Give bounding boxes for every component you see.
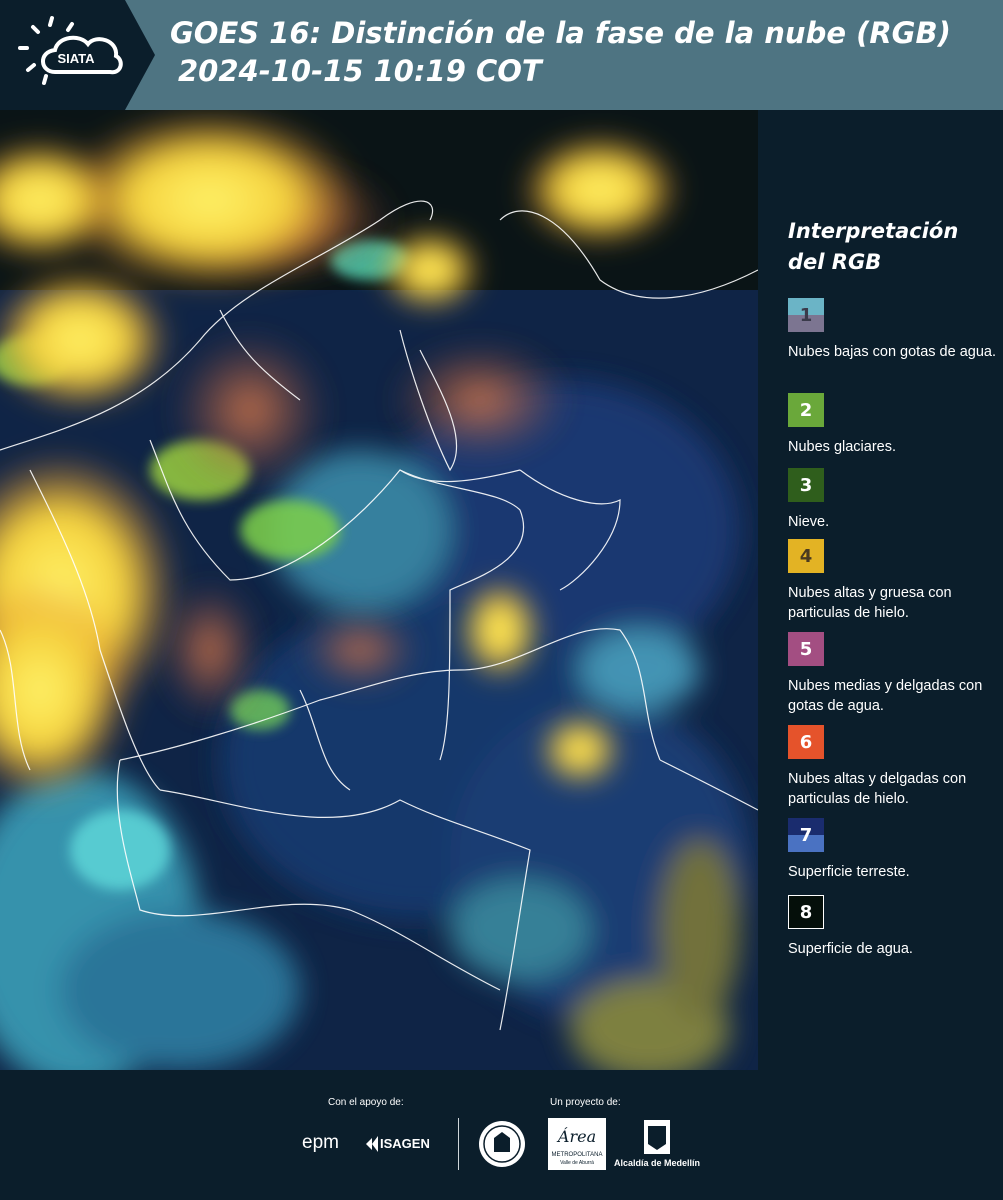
legend-swatch: 6: [788, 725, 824, 759]
legend-swatch: 5: [788, 632, 824, 666]
area-logo-subtext: METROPOLITANA: [552, 1152, 603, 1158]
legend-title: Interpretación del RGB: [788, 216, 958, 278]
project-label: Un proyecto de:: [550, 1097, 621, 1108]
legend-number: 6: [799, 731, 813, 753]
legend-label: Nubes glaciares.: [788, 439, 896, 455]
legend-number: 7: [799, 824, 813, 846]
legend-item: 3 Nieve.: [788, 468, 998, 532]
legend-item: 8 Superficie de agua.: [788, 895, 998, 959]
siata-logo: SIATA: [0, 0, 155, 110]
footer-divider: [458, 1118, 459, 1170]
title-line-2: 2024-10-15 10:19 COT: [178, 54, 542, 88]
support-label: Con el apoyo de:: [328, 1097, 404, 1108]
alcaldia-seal-icon: [479, 1121, 525, 1167]
alcaldia-medellin-logo: Alcaldía de Medellín: [614, 1120, 700, 1168]
header-bar: SIATA GOES 16: Distinción de la fase de …: [0, 0, 1003, 110]
legend-swatch: 8: [788, 895, 824, 929]
legend-item: 4 Nubes altas y gruesa con particulas de…: [788, 539, 998, 623]
legend-number: 1: [799, 304, 813, 326]
legend-panel: Interpretación del RGB 1 Nubes bajas con…: [760, 110, 1003, 1070]
footer: Con el apoyo de: Un proyecto de: epm ISA…: [0, 1070, 1003, 1200]
legend-swatch: 7: [788, 818, 824, 852]
area-logo-subtext-2: Valle de Aburrá: [560, 1160, 594, 1166]
alcaldia-text: Alcaldía de Medellín: [614, 1158, 700, 1168]
legend-label: Superficie de agua.: [788, 941, 913, 957]
legend-label: Nubes altas y gruesa con particulas de h…: [788, 585, 952, 621]
legend-item: 7 Superficie terreste.: [788, 818, 998, 882]
isagen-logo: ISAGEN: [380, 1136, 430, 1151]
title-line-1: GOES 16: Distinción de la fase de la nub…: [170, 16, 951, 50]
legend-label: Superficie terreste.: [788, 864, 910, 880]
legend-label: Nubes bajas con gotas de agua.: [788, 344, 996, 360]
legend-number: 2: [799, 399, 813, 421]
legend-title-line-1: Interpretación: [788, 219, 959, 243]
legend-swatch: 3: [788, 468, 824, 502]
legend-label: Nubes altas y delgadas con particulas de…: [788, 771, 967, 807]
legend-number: 5: [799, 638, 813, 660]
legend-item: 5 Nubes medias y delgadas con gotas de a…: [788, 632, 998, 716]
legend-item: 1 Nubes bajas con gotas de agua.: [788, 298, 998, 362]
logo-text: SIATA: [57, 51, 95, 66]
page-title: GOES 16: Distinción de la fase de la nub…: [170, 14, 951, 90]
legend-item: 6 Nubes altas y delgadas con particulas …: [788, 725, 998, 809]
legend-swatch: 2: [788, 393, 824, 427]
area-logo-text: Área: [556, 1126, 596, 1146]
legend-swatch: 4: [788, 539, 824, 573]
legend-label: Nubes medias y delgadas con gotas de agu…: [788, 678, 983, 714]
legend-number: 8: [799, 901, 813, 923]
legend-label: Nieve.: [788, 514, 830, 530]
legend-item: 2 Nubes glaciares.: [788, 393, 998, 457]
area-metropolitana-logo: Área METROPOLITANA Valle de Aburrá: [548, 1118, 606, 1170]
legend-number: 3: [799, 474, 813, 496]
epm-isagen-logos: epm ISAGEN: [302, 1132, 430, 1153]
legend-title-line-2: del RGB: [788, 250, 882, 274]
legend-number: 4: [799, 545, 813, 567]
satellite-image: [0, 110, 758, 1070]
legend-swatch: 1: [788, 298, 824, 332]
epm-logo: epm: [302, 1132, 339, 1153]
isagen-star-icon: [366, 1136, 378, 1152]
